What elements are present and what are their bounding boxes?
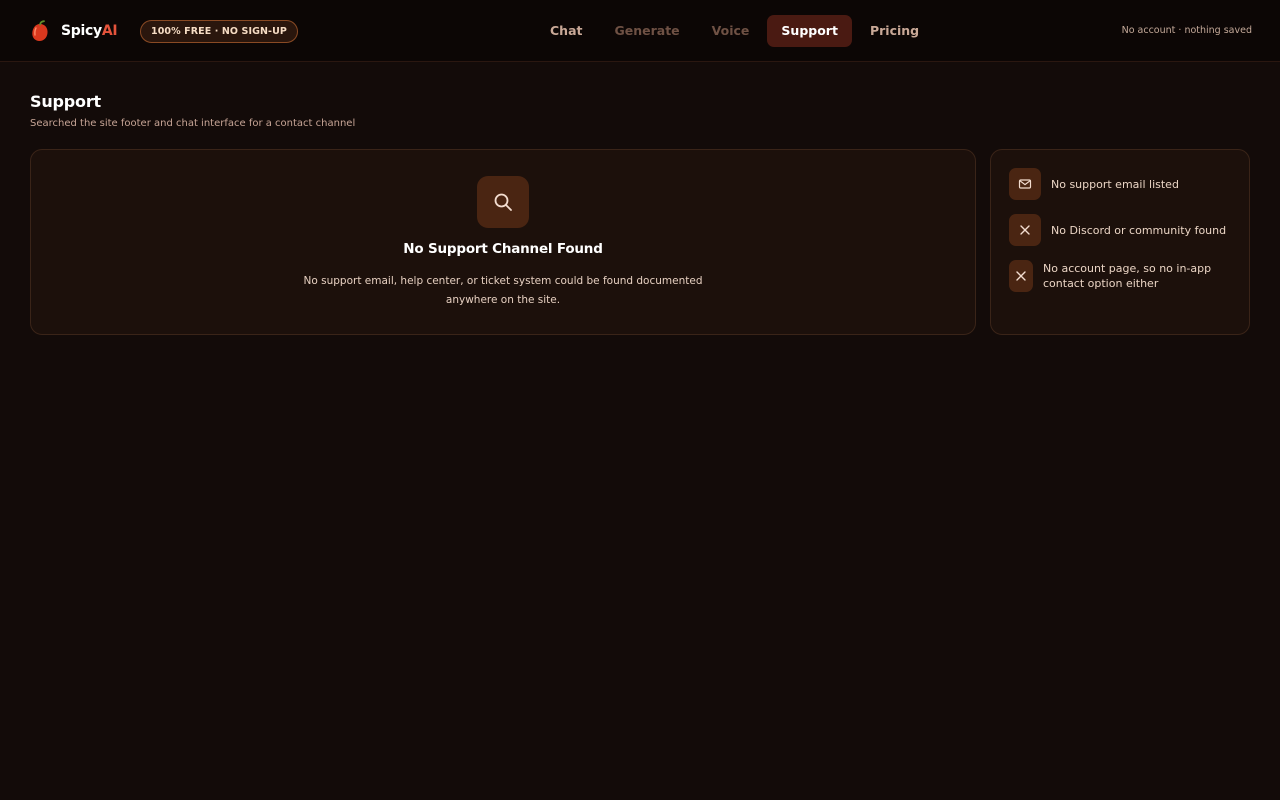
nav-voice[interactable]: Voice <box>698 15 764 47</box>
close-icon <box>1009 214 1041 246</box>
brand-name: SpicyAI <box>61 23 118 39</box>
no-support-heading: No Support Channel Found <box>403 241 603 257</box>
chili-logo-icon <box>32 20 48 41</box>
brand[interactable]: SpicyAI <box>30 20 118 42</box>
page-subtitle: Searched the site footer and chat interf… <box>30 118 356 129</box>
check-item-discord: No Discord or community found <box>1009 214 1241 246</box>
check-item-email: No support email listed <box>1009 168 1241 200</box>
nav-support[interactable]: Support <box>767 15 852 47</box>
page-title: Support <box>30 92 101 111</box>
search-icon <box>477 176 529 228</box>
top-bar: SpicyAI 100% FREE · NO SIGN-UP Chat Gene… <box>0 0 1280 62</box>
close-icon <box>1009 260 1033 292</box>
nav-pricing[interactable]: Pricing <box>856 15 933 47</box>
nav-chat[interactable]: Chat <box>536 15 596 47</box>
check-label-email: No support email listed <box>1051 177 1179 191</box>
check-item-account: No account page, so no in-app contact op… <box>1009 260 1223 292</box>
main-nav: Chat Generate Voice Support Pricing <box>536 15 937 47</box>
support-checklist-card: No support email listed No Discord or co… <box>990 149 1250 335</box>
check-label-account: No account page, so no in-app contact op… <box>1043 262 1212 290</box>
free-badge: 100% FREE · NO SIGN-UP <box>140 20 298 43</box>
nav-generate[interactable]: Generate <box>600 15 693 47</box>
check-label-discord: No Discord or community found <box>1051 223 1227 237</box>
mail-icon <box>1009 168 1041 200</box>
account-status: No account · nothing saved <box>1121 25 1252 36</box>
no-support-card: No Support Channel Found No support emai… <box>30 149 976 335</box>
no-support-text: No support email, help center, or ticket… <box>303 275 703 306</box>
